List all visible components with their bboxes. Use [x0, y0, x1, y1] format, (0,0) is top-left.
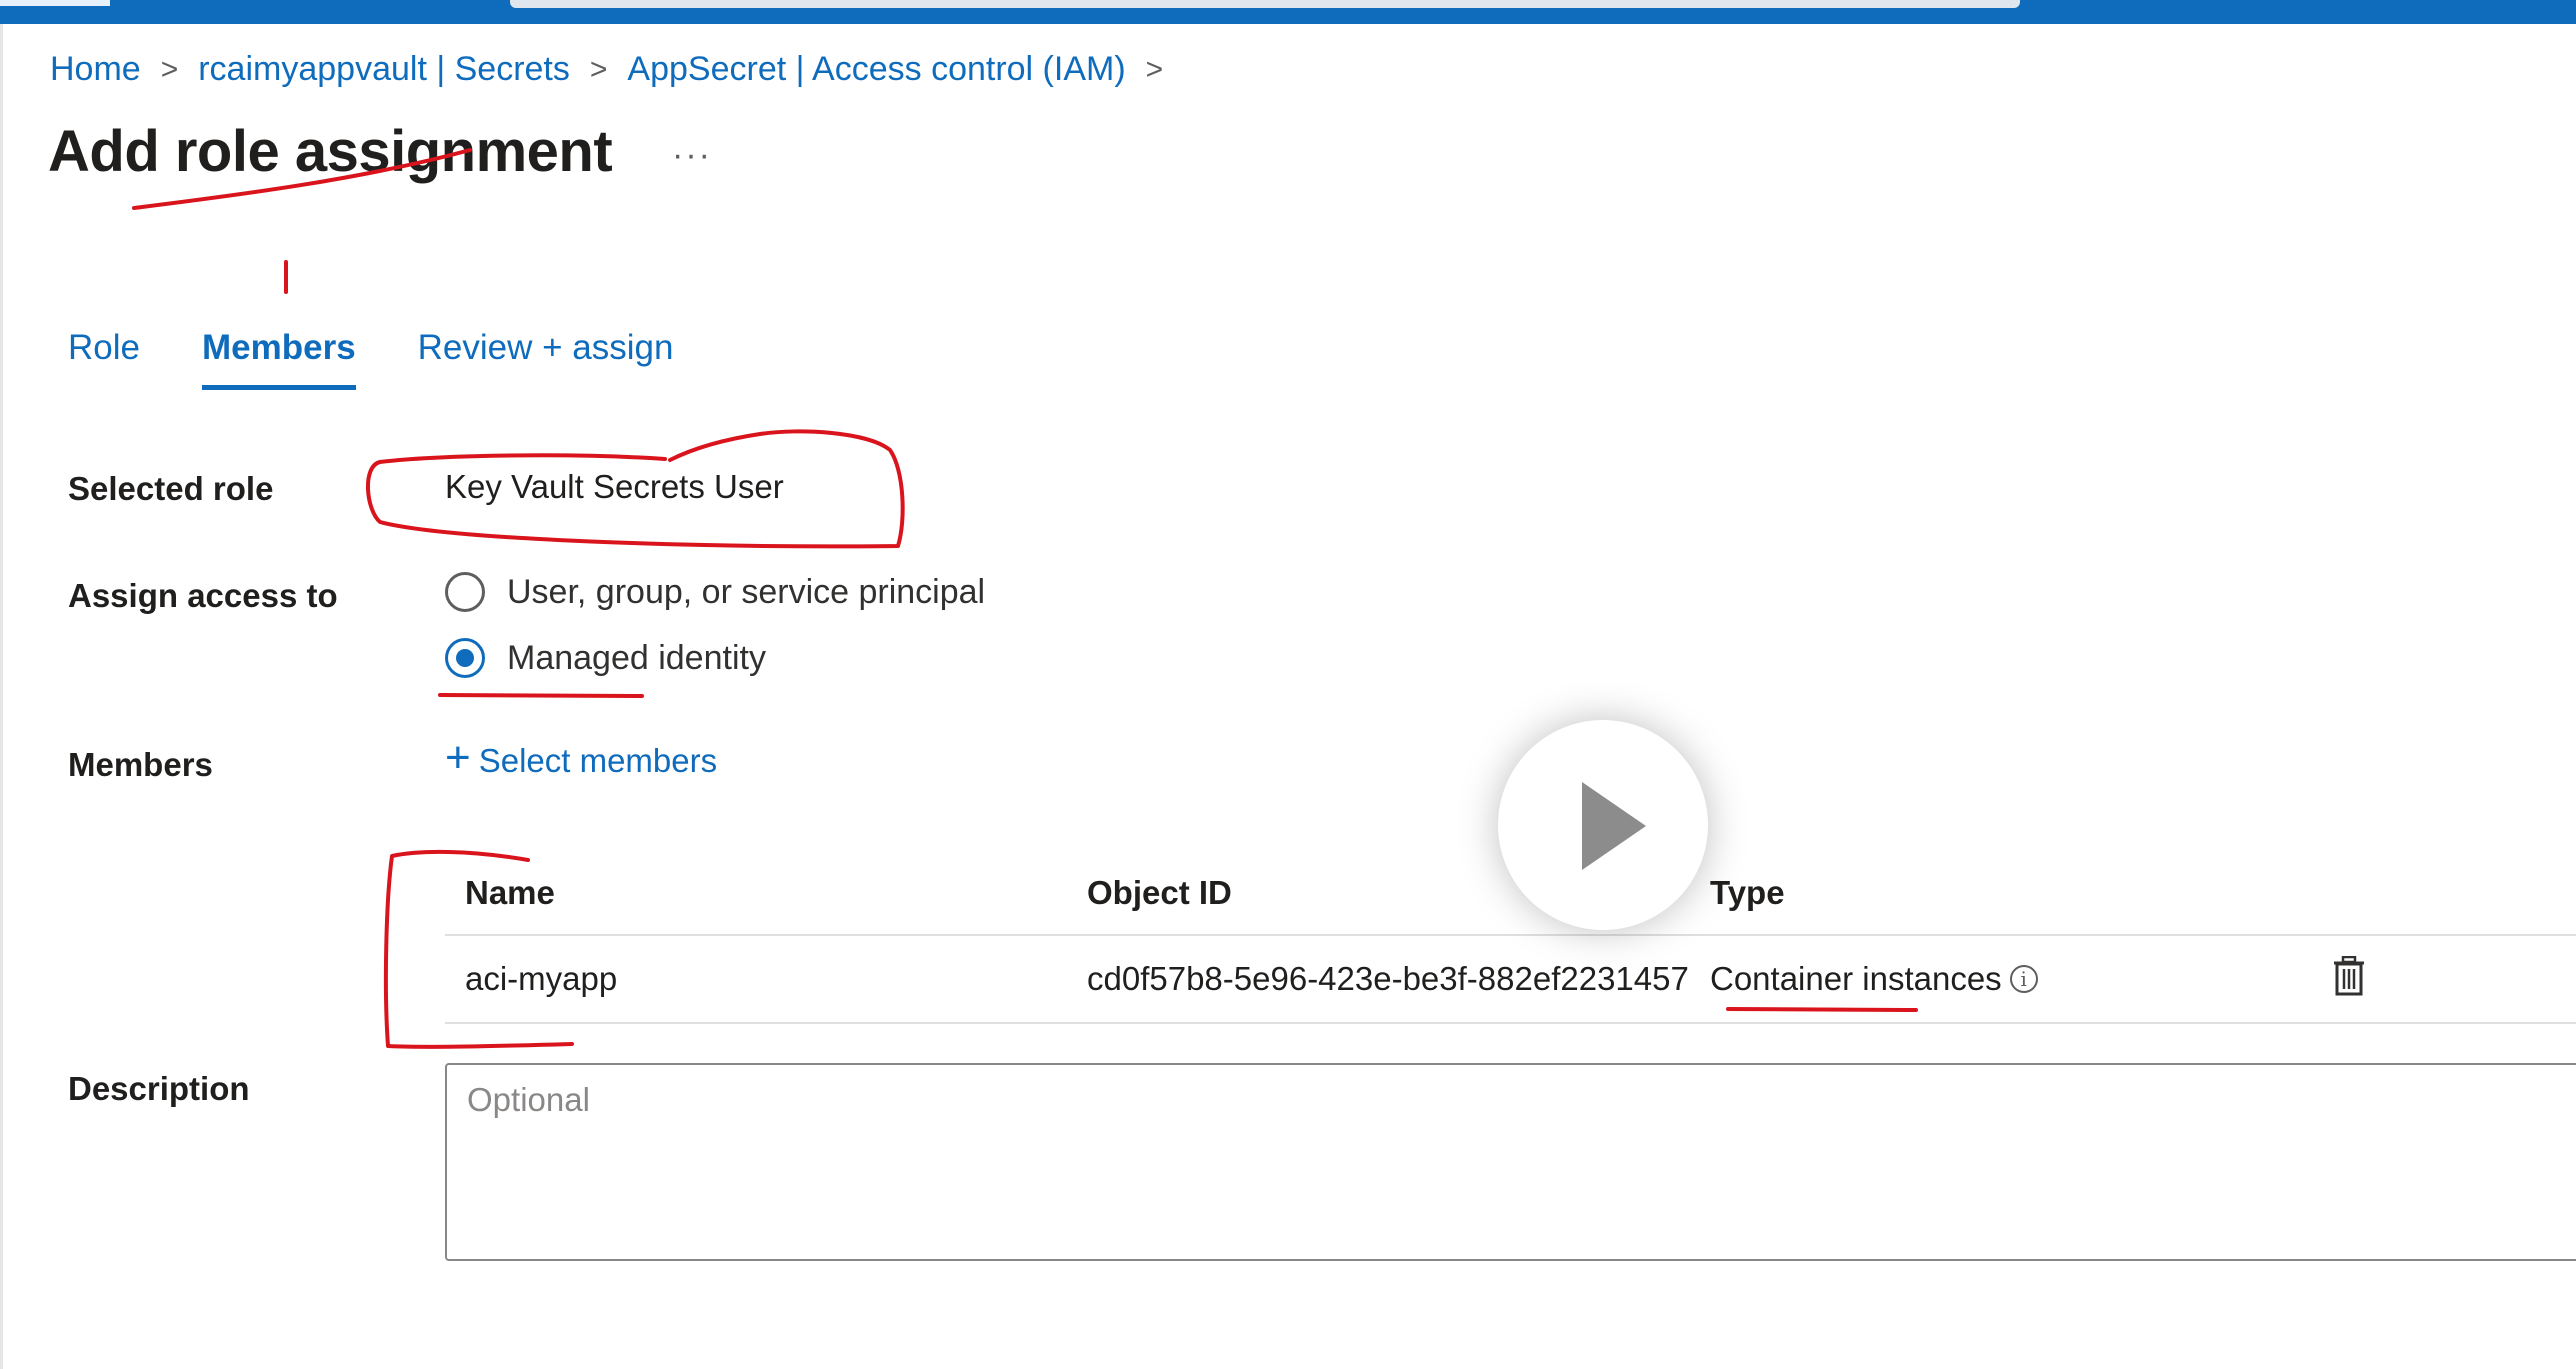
- breadcrumb-item-access-control[interactable]: AppSecret | Access control (IAM): [627, 50, 1125, 89]
- tab-members[interactable]: Members: [201, 328, 356, 390]
- selected-role-value: Key Vault Secrets User: [445, 468, 784, 505]
- select-members-label: Select members: [478, 742, 718, 779]
- breadcrumb-separator: >: [1145, 52, 1164, 86]
- column-header-object-id[interactable]: Object ID: [1087, 874, 1232, 912]
- breadcrumb-separator: >: [589, 52, 608, 86]
- info-icon[interactable]: i: [2009, 965, 2038, 993]
- portal-menu-button[interactable]: [0, 0, 110, 6]
- more-options-button[interactable]: ···: [672, 136, 712, 175]
- managed-identity-underline: [438, 693, 644, 698]
- description-input[interactable]: [447, 1065, 2576, 1259]
- member-name: aci-myapp: [465, 960, 618, 997]
- radio-option-user-group[interactable]: User, group, or service principal: [445, 572, 985, 612]
- table-row: aci-myapp cd0f57b8-5e96-423e-be3f-882ef2…: [445, 936, 2576, 1024]
- breadcrumb-separator: >: [160, 52, 179, 86]
- radio-option-managed-identity[interactable]: Managed identity: [445, 638, 766, 678]
- column-header-type[interactable]: Type: [1710, 874, 1785, 912]
- tab-review-assign[interactable]: Review + assign: [418, 328, 674, 390]
- member-type-label: Container instances: [1710, 960, 2002, 997]
- breadcrumb-item-vault-secrets[interactable]: rcaimyappvault | Secrets: [198, 50, 570, 89]
- assign-access-label: Assign access to: [68, 577, 338, 614]
- plus-icon: +: [445, 733, 471, 782]
- selected-role-label: Selected role: [68, 470, 274, 507]
- radio-label: User, group, or service principal: [507, 572, 986, 611]
- members-label: Members: [68, 746, 213, 783]
- play-icon: [1582, 782, 1646, 870]
- portal-top-bar: [0, 0, 2576, 24]
- description-field[interactable]: [445, 1063, 2576, 1261]
- radio-button[interactable]: [445, 572, 485, 612]
- play-button[interactable]: [1498, 720, 1708, 930]
- tab-role[interactable]: Role: [68, 328, 140, 390]
- member-type: Container instances i: [1710, 960, 2038, 998]
- member-object-id: cd0f57b8-5e96-423e-be3f-882ef2231457: [1087, 960, 1689, 997]
- select-members-button[interactable]: + Select members: [445, 736, 718, 780]
- radio-label: Managed identity: [507, 638, 766, 677]
- column-header-name[interactable]: Name: [465, 874, 555, 912]
- description-label: Description: [68, 1070, 250, 1107]
- breadcrumb-item-home[interactable]: Home: [50, 50, 141, 89]
- global-search-input[interactable]: [510, 0, 2020, 8]
- radio-button-checked[interactable]: [445, 638, 485, 678]
- page-title: Add role assignment: [48, 119, 613, 184]
- trash-icon[interactable]: [2332, 956, 2366, 996]
- left-border: [0, 24, 3, 1369]
- breadcrumb: Home > rcaimyappvault | Secrets > AppSec…: [50, 50, 1183, 89]
- tab-bar: Role Members Review + assign: [68, 328, 735, 390]
